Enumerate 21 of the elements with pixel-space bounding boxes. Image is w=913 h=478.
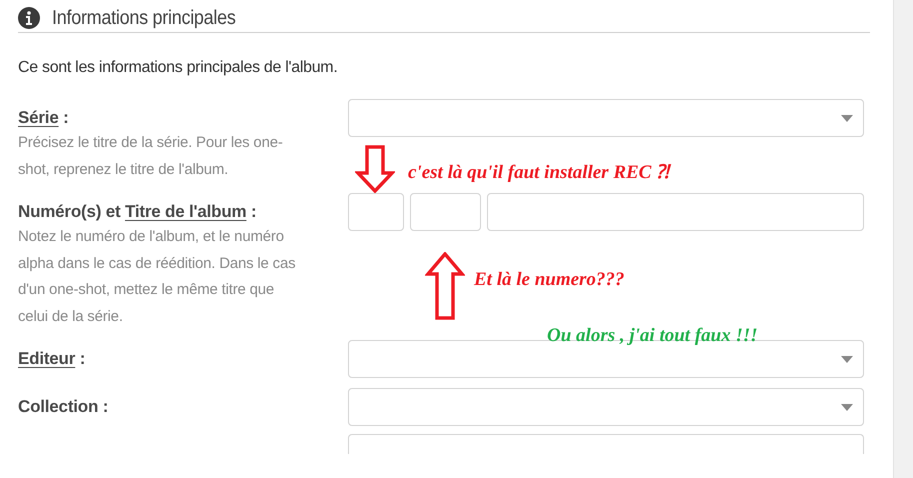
select-field[interactable] bbox=[348, 99, 864, 137]
field-label: Numéro(s) et Titre de l'album : bbox=[18, 201, 256, 222]
help-text: Précisez le titre de la série. Pour les one-shot, reprenez le titre de l'album. bbox=[18, 133, 284, 180]
info-icon bbox=[18, 7, 40, 29]
title-field[interactable] bbox=[487, 193, 864, 231]
annotation-note: c'est là qu'il faut installer REC ⁈ bbox=[408, 161, 670, 184]
number-field[interactable] bbox=[348, 193, 404, 231]
field-label: Collection : bbox=[18, 396, 108, 417]
caret-icon bbox=[841, 356, 853, 363]
caret-icon bbox=[841, 115, 853, 122]
annotation-note: Et là le numero??? bbox=[474, 269, 624, 291]
intro-text: Ce sont les informations principales de l'album. bbox=[18, 59, 338, 78]
number-field[interactable] bbox=[410, 193, 481, 231]
field-label: Série : bbox=[18, 107, 69, 128]
help-text: Notez le numéro de l'album, et le numéro alpha dans le cas de réédition. Dans le cas d'un one-shot, mettez le même titre que celui de la série. bbox=[18, 227, 296, 326]
field-label: Editeur : bbox=[18, 348, 86, 369]
section-title: Informations principales bbox=[52, 6, 236, 30]
annotation-note: Ou alors , j'ai tout faux !!! bbox=[547, 325, 758, 347]
select-field[interactable] bbox=[348, 434, 864, 454]
select-field[interactable] bbox=[348, 388, 864, 426]
caret-icon bbox=[841, 404, 853, 411]
